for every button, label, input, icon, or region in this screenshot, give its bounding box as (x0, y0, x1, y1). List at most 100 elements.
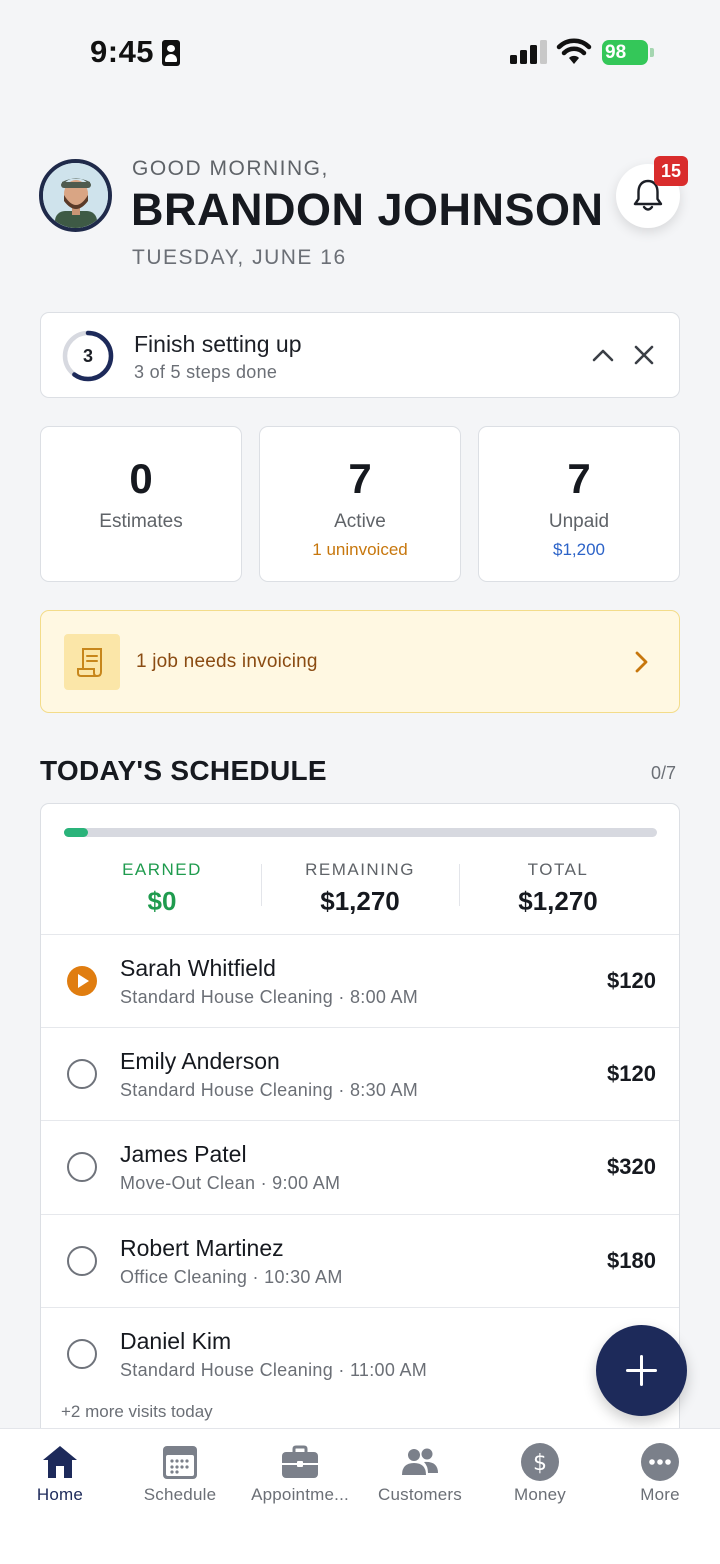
visit-list: Sarah Whitfield Standard House Cleaning … (41, 934, 679, 1400)
summary-total: TOTAL $1,270 (459, 860, 657, 917)
visit-time: 10:30 AM (264, 1266, 343, 1287)
more-visits-link[interactable]: +2 more visits today (61, 1402, 213, 1422)
visit-time: 11:00 AM (349, 1359, 428, 1380)
invoicing-alert-text: 1 job needs invoicing (136, 651, 318, 672)
stat-value: 0 (129, 455, 153, 502)
visit-row[interactable]: Sarah Whitfield Standard House Cleaning … (41, 934, 679, 1027)
stat-sub-uninvoiced: 1 uninvoiced (312, 540, 408, 559)
visit-amount: $320 (607, 1154, 656, 1180)
stat-value: 7 (348, 455, 372, 502)
summary-remaining: REMAINING $1,270 (261, 860, 459, 917)
visit-row[interactable]: Daniel Kim Standard House Cleaning · 11:… (41, 1306, 679, 1400)
nav-item-appointments[interactable]: Appointme... (240, 1429, 360, 1529)
visit-row[interactable]: James Patel Move-Out Clean · 9:00 AM $32… (41, 1120, 679, 1213)
visit-detail: Standard House Cleaning · 8:00 AM (120, 987, 419, 1007)
stat-value: 7 (567, 455, 591, 502)
visit-customer-name: Sarah Whitfield (120, 955, 276, 981)
invoicing-alert[interactable]: 1 job needs invoicing (40, 610, 680, 713)
dollar-icon: $ (521, 1443, 559, 1481)
battery-icon: 98 (602, 40, 654, 65)
visit-detail: Office Cleaning · 10:30 AM (120, 1266, 343, 1287)
visit-service: Office Cleaning (120, 1266, 248, 1287)
nav-label: Home (36, 1485, 84, 1504)
summary-earned: EARNED $0 (63, 860, 261, 917)
nav-label: Customers (378, 1485, 462, 1504)
nav-label: More (640, 1485, 680, 1504)
status-circle-icon[interactable] (67, 1152, 97, 1183)
greeting-text: GOOD MORNING, (132, 157, 329, 180)
summary-remaining-value: $1,270 (320, 886, 400, 916)
nav-label: Money (513, 1485, 567, 1504)
status-circle-icon[interactable] (67, 1059, 97, 1090)
visit-amount: $180 (607, 1247, 656, 1273)
stat-card-estimates[interactable]: 0 Estimates (40, 426, 242, 582)
visit-amount: $120 (607, 1061, 656, 1087)
schedule-progress-fill (64, 828, 88, 837)
play-icon[interactable] (67, 966, 97, 996)
stat-card-unpaid[interactable]: 7 Unpaid $1,200 (478, 426, 680, 582)
nav-item-schedule[interactable]: Schedule (120, 1429, 240, 1529)
briefcase-icon (282, 1445, 318, 1478)
status-time: 9:45 (90, 34, 155, 69)
status-circle-icon[interactable] (67, 1245, 97, 1276)
add-button[interactable] (596, 1325, 687, 1416)
setup-step-number: 3 (82, 346, 93, 366)
summary-total-value: $1,270 (518, 886, 598, 916)
receipt-icon (64, 634, 120, 690)
user-name: BRANDON JOHNSON (131, 184, 604, 235)
battery-level: 98 (602, 40, 648, 65)
summary-earned-value: $0 (147, 886, 177, 916)
visit-customer-name: Daniel Kim (120, 1327, 232, 1354)
visit-customer-name: Robert Martinez (120, 1234, 284, 1261)
status-circle-icon[interactable] (67, 1338, 97, 1369)
schedule-card: EARNED $0 REMAINING $1,270 TOTAL $1,270 … (40, 803, 680, 1443)
summary-total-label: TOTAL (527, 860, 589, 879)
nav-item-customers[interactable]: Customers (360, 1429, 480, 1529)
visit-time: 8:30 AM (349, 1080, 419, 1101)
stat-label: Unpaid (548, 511, 610, 532)
svg-text:$: $ (533, 1451, 547, 1476)
avatar[interactable] (39, 159, 112, 232)
visit-customer-name: James Patel (120, 1141, 247, 1168)
chevron-right-icon (635, 651, 648, 673)
visit-amount: $120 (607, 968, 656, 993)
visit-row[interactable]: Emily Anderson Standard House Cleaning ·… (41, 1027, 679, 1120)
wifi-icon (556, 38, 592, 64)
calendar-icon (163, 1446, 197, 1479)
visit-time: 8:00 AM (349, 987, 419, 1007)
visit-row[interactable]: Robert Martinez Office Cleaning · 10:30 … (41, 1213, 679, 1307)
visit-detail: Standard House Cleaning · 8:30 AM (120, 1080, 419, 1101)
nav-label: Schedule (143, 1485, 217, 1504)
close-icon[interactable] (631, 342, 657, 368)
chevron-up-icon[interactable] (590, 342, 616, 368)
summary-remaining-label: REMAINING (305, 860, 415, 879)
visit-service: Standard House Cleaning (120, 1080, 334, 1101)
setup-subtitle: 3 of 5 steps done (134, 362, 278, 382)
stat-card-active[interactable]: 7 Active 1 uninvoiced (259, 426, 461, 582)
current-date: TUESDAY, JUNE 16 (132, 246, 347, 269)
schedule-progress-bar (64, 828, 657, 837)
nav-item-more[interactable]: More (600, 1429, 720, 1529)
visit-customer-name: Emily Anderson (120, 1048, 280, 1075)
setup-progress-card[interactable]: 3 Finish setting up 3 of 5 steps done (40, 312, 680, 398)
people-icon (402, 1448, 438, 1475)
stat-sub-amount: $1,200 (553, 540, 605, 559)
contact-card-icon (162, 40, 180, 66)
stat-label: Estimates (99, 511, 183, 532)
notification-badge: 15 (654, 156, 688, 186)
visit-detail: Move-Out Clean · 9:00 AM (120, 1173, 341, 1194)
nav-item-home[interactable]: Home (0, 1429, 120, 1529)
summary-earned-label: EARNED (122, 860, 202, 879)
visit-detail: Standard House Cleaning · 11:00 AM (120, 1359, 428, 1380)
schedule-count: 0/7 (651, 763, 677, 783)
bottom-nav: Home Schedule Appointme... Customers $ M… (0, 1428, 720, 1564)
visit-service: Standard House Cleaning (120, 987, 334, 1007)
cellular-signal-icon (510, 40, 548, 64)
setup-title: Finish setting up (134, 331, 302, 357)
visit-service: Standard House Cleaning (120, 1359, 334, 1380)
visit-service: Move-Out Clean (120, 1173, 256, 1194)
nav-item-money[interactable]: $ Money (480, 1429, 600, 1529)
visit-time: 9:00 AM (272, 1173, 341, 1194)
schedule-title: TODAY'S SCHEDULE (40, 755, 327, 786)
status-bar: 9:45 98 (0, 0, 720, 100)
